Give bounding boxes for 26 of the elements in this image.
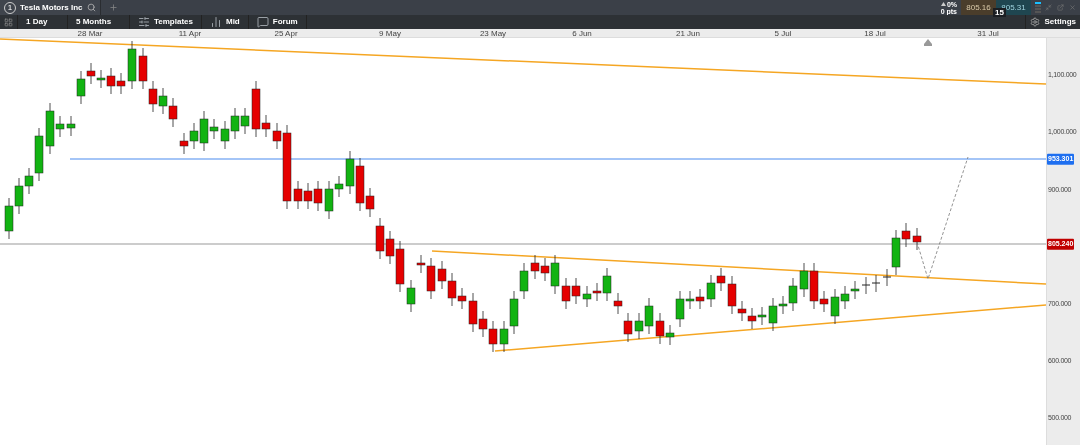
settings-icon xyxy=(1030,17,1041,27)
date-axis-label: 5 Jul xyxy=(774,29,792,38)
minimize-icon[interactable] xyxy=(1045,4,1052,11)
date-axis-label: 28 Mar xyxy=(77,29,103,38)
sell-price[interactable]: 805.16 xyxy=(961,0,996,15)
close-icon[interactable] xyxy=(1069,4,1076,11)
instrument-tab[interactable]: 1 Tesla Motors Inc xyxy=(0,0,101,15)
speech-bubble-icon xyxy=(256,16,269,28)
date-axis-label: 21 Jun xyxy=(676,29,700,38)
add-tab-icon[interactable] xyxy=(108,3,118,12)
grid-icon[interactable] xyxy=(4,17,13,27)
signal-bars-icon xyxy=(1035,0,1041,15)
sliders-icon xyxy=(138,16,150,28)
popout-icon[interactable] xyxy=(1057,4,1064,11)
tab-title: Tesla Motors Inc xyxy=(20,1,83,14)
date-axis-label: 6 Jun xyxy=(572,29,592,38)
search-icon[interactable] xyxy=(86,3,96,12)
date-axis-label: 9 May xyxy=(379,29,401,38)
up-triangle-icon xyxy=(940,2,946,6)
bar-chart-icon xyxy=(210,16,222,28)
date-axis-label: 23 May xyxy=(479,29,507,38)
date-axis-label: 31 Jul xyxy=(977,29,999,38)
spread-badge: 15 xyxy=(993,8,1006,17)
date-axis-label: 11 Apr xyxy=(178,29,202,38)
date-axis-label: 25 Apr xyxy=(274,29,298,38)
date-axis-label: 18 Jul xyxy=(864,29,886,38)
